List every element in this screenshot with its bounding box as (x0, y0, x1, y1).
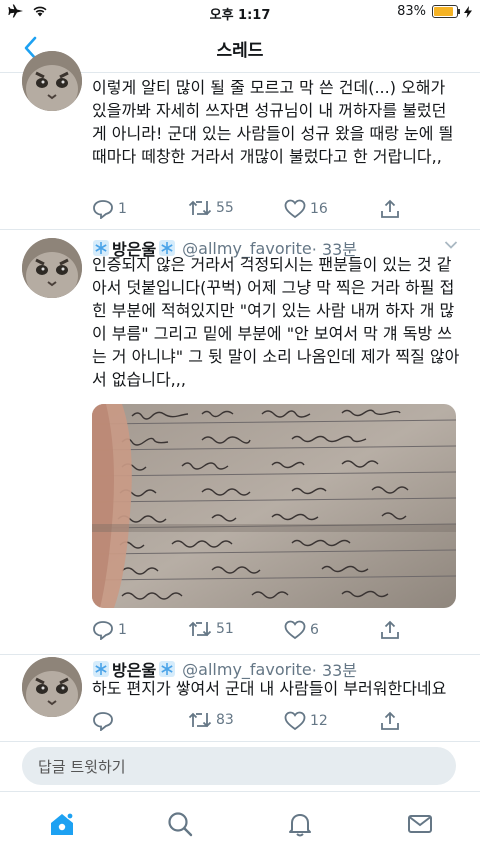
share-button[interactable] (380, 199, 400, 219)
like-button[interactable]: 6 (284, 620, 319, 640)
battery-icon (432, 5, 460, 18)
tweet-actions: 83 12 (92, 711, 462, 735)
retweet-button[interactable]: 51 (188, 620, 234, 638)
avatar[interactable] (22, 238, 82, 298)
charging-bolt-icon (464, 5, 472, 18)
heart-icon (284, 620, 306, 640)
reply-count: 1 (118, 201, 127, 217)
status-bar: 오후 1:17 83% (0, 0, 480, 24)
handle[interactable]: @allmy_favorite (182, 660, 312, 679)
retweet-icon (188, 712, 212, 728)
reply-input[interactable]: 답글 트윗하기 (22, 747, 456, 785)
cat-avatar-icon (22, 51, 82, 111)
reply-composer: 답글 트윗하기 (0, 741, 480, 792)
tweet-2[interactable]: 방은울 @allmy_favorite · 33분 인증되지 않은 거라서 걱정… (0, 230, 480, 654)
reply-placeholder: 답글 트윗하기 (38, 758, 126, 776)
page-title: 스레드 (216, 41, 264, 61)
reply-count: 1 (118, 622, 127, 638)
like-count: 12 (310, 713, 328, 729)
like-button[interactable]: 12 (284, 711, 328, 731)
share-icon (381, 620, 399, 639)
battery-percent: 83% (397, 4, 426, 19)
notifications-bell-icon[interactable] (286, 810, 314, 838)
messages-envelope-icon[interactable] (406, 810, 434, 838)
avatar[interactable] (22, 51, 82, 111)
tweet-text: 이렇게 알티 많이 될 줄 모르고 막 쓴 건데(...) 오해가 있을까봐 자… (92, 78, 454, 166)
retweet-count: 51 (216, 621, 234, 637)
chevron-down-icon[interactable] (444, 240, 458, 250)
share-button[interactable] (380, 620, 400, 640)
retweet-count: 55 (216, 200, 234, 216)
share-button[interactable] (380, 711, 400, 731)
reply-button[interactable]: 1 (92, 199, 127, 219)
photo-attachment[interactable] (92, 404, 456, 608)
reply-icon (93, 712, 113, 731)
status-right: 83% (397, 4, 472, 19)
reply-icon (93, 621, 113, 640)
cat-avatar-icon (22, 238, 82, 298)
reply-button[interactable]: 1 (92, 620, 127, 640)
like-count: 6 (310, 622, 319, 638)
share-icon (381, 711, 399, 730)
tweet-text: 하도 편지가 쌓여서 군대 내 사람들이 부러워한다네요 (92, 679, 447, 698)
retweet-count: 83 (216, 712, 234, 728)
tweet-actions: 1 55 16 (92, 199, 462, 223)
cat-avatar-icon (22, 657, 82, 717)
reply-button[interactable] (92, 711, 114, 731)
retweet-icon (188, 621, 212, 637)
snowflake-icon (159, 661, 176, 677)
tweet-text: 인증되지 않은 거라서 걱정되시는 팬분들이 있는 것 같아서 덧붙입니다(꾸벅… (92, 255, 460, 389)
retweet-icon (188, 200, 212, 216)
home-icon[interactable] (48, 810, 76, 838)
like-button[interactable]: 16 (284, 199, 328, 219)
snowflake-icon (93, 661, 109, 677)
retweet-button[interactable]: 55 (188, 199, 234, 217)
letter-photo (92, 404, 456, 608)
avatar[interactable] (22, 657, 82, 717)
reply-icon (93, 200, 113, 219)
tweet-actions: 1 51 6 (92, 620, 462, 644)
tweet-1[interactable]: 이렇게 알티 많이 될 줄 모르고 막 쓴 건데(...) 오해가 있을까봐 자… (0, 51, 480, 229)
tab-bar (0, 791, 480, 854)
heart-icon (284, 199, 306, 219)
share-icon (381, 199, 399, 218)
tweet-3[interactable]: 방은울 @allmy_favorite · 33분 하도 편지가 쌓여서 군대 … (0, 655, 480, 741)
retweet-button[interactable]: 83 (188, 711, 234, 729)
like-count: 16 (310, 201, 328, 217)
search-icon[interactable] (166, 810, 194, 838)
heart-icon (284, 711, 306, 731)
